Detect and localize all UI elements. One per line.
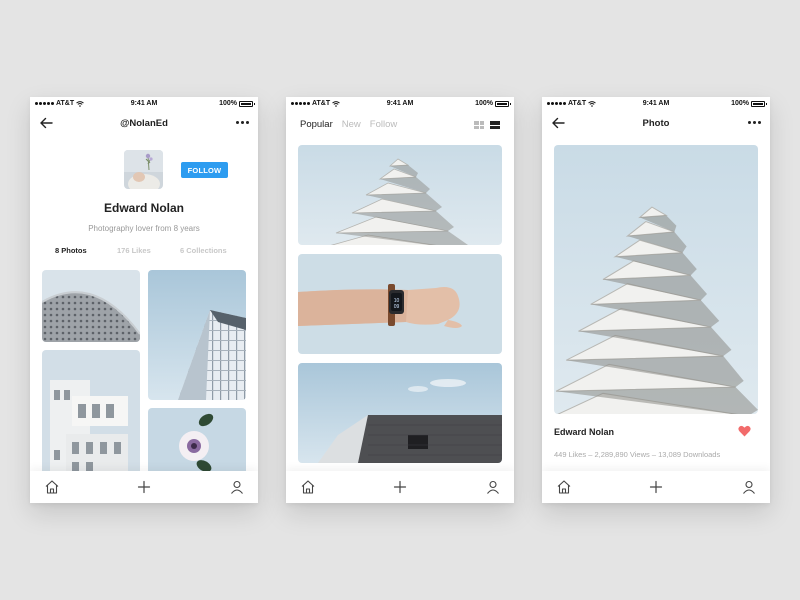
photo-curved-facade[interactable] bbox=[42, 270, 140, 342]
page-title: Photo bbox=[642, 118, 670, 129]
feed-photo-smartwatch[interactable]: 10 09 bbox=[298, 254, 502, 354]
status-bar: AT&T 9:41 AM 100% bbox=[542, 97, 770, 111]
battery-percent: 100% bbox=[475, 100, 493, 107]
nav-bar: Photo bbox=[542, 113, 770, 135]
photo-stats: 449 Likes – 2,289,890 Views – 13,089 Dow… bbox=[554, 450, 721, 459]
photo-glass-tower[interactable] bbox=[148, 270, 246, 400]
profile-bio: Photography lover from 8 years bbox=[88, 224, 200, 233]
feed-tabs: Popular New Follow bbox=[300, 119, 397, 130]
svg-text:09: 09 bbox=[394, 304, 400, 310]
add-icon[interactable] bbox=[648, 479, 664, 495]
tab-bar bbox=[286, 471, 514, 503]
tab-bar bbox=[30, 471, 258, 503]
feed-screen: AT&T 9:41 AM 100% Popular New Follow 10 … bbox=[286, 97, 514, 503]
detail-photo-pyramid[interactable] bbox=[554, 145, 758, 414]
battery-percent: 100% bbox=[731, 100, 749, 107]
grid-view-icon[interactable] bbox=[474, 121, 484, 129]
battery-icon bbox=[495, 100, 511, 107]
nav-bar: @NolanEd bbox=[30, 113, 258, 135]
tab-follow[interactable]: Follow bbox=[370, 119, 397, 130]
tab-photos[interactable]: 8 Photos bbox=[55, 246, 87, 255]
home-icon[interactable] bbox=[44, 479, 60, 495]
photo-author[interactable]: Edward Nolan bbox=[554, 427, 614, 437]
back-arrow-icon[interactable] bbox=[38, 116, 54, 130]
tab-collections[interactable]: 6 Collections bbox=[180, 246, 227, 255]
status-bar: AT&T 9:41 AM 100% bbox=[286, 97, 514, 111]
add-icon[interactable] bbox=[392, 479, 408, 495]
battery-icon bbox=[751, 100, 767, 107]
home-icon[interactable] bbox=[556, 479, 572, 495]
add-icon[interactable] bbox=[136, 479, 152, 495]
home-icon[interactable] bbox=[300, 479, 316, 495]
photo-white-building[interactable] bbox=[42, 350, 140, 480]
tab-new[interactable]: New bbox=[342, 119, 361, 130]
more-icon[interactable] bbox=[747, 117, 761, 127]
battery-percent: 100% bbox=[219, 100, 237, 107]
feed-photo-building[interactable] bbox=[298, 363, 502, 463]
profile-screen: AT&T 9:41 AM 100% @NolanEd FOLLOW Edward… bbox=[30, 97, 258, 503]
heart-icon[interactable] bbox=[738, 425, 751, 437]
profile-name: Edward Nolan bbox=[103, 201, 184, 215]
profile-icon[interactable] bbox=[741, 479, 757, 495]
profile-icon[interactable] bbox=[229, 479, 245, 495]
battery-icon bbox=[239, 100, 255, 107]
more-icon[interactable] bbox=[235, 117, 249, 127]
tab-bar bbox=[542, 471, 770, 503]
back-arrow-icon[interactable] bbox=[550, 116, 566, 130]
photo-flower[interactable] bbox=[148, 408, 246, 480]
photo-screen: AT&T 9:41 AM 100% Photo Edward Nolan 449… bbox=[542, 97, 770, 503]
status-bar: AT&T 9:41 AM 100% bbox=[30, 97, 258, 111]
avatar[interactable] bbox=[124, 150, 163, 189]
tab-likes[interactable]: 176 Likes bbox=[117, 246, 151, 255]
list-view-icon[interactable] bbox=[490, 121, 500, 129]
view-toggle bbox=[474, 121, 500, 129]
follow-button[interactable]: FOLLOW bbox=[181, 162, 228, 178]
profile-icon[interactable] bbox=[485, 479, 501, 495]
feed-photo-pyramid[interactable] bbox=[298, 145, 502, 245]
profile-stats: 8 Photos 176 Likes 6 Collections bbox=[30, 246, 258, 258]
page-title: @NolanEd bbox=[120, 118, 168, 129]
tab-popular[interactable]: Popular bbox=[300, 119, 333, 130]
